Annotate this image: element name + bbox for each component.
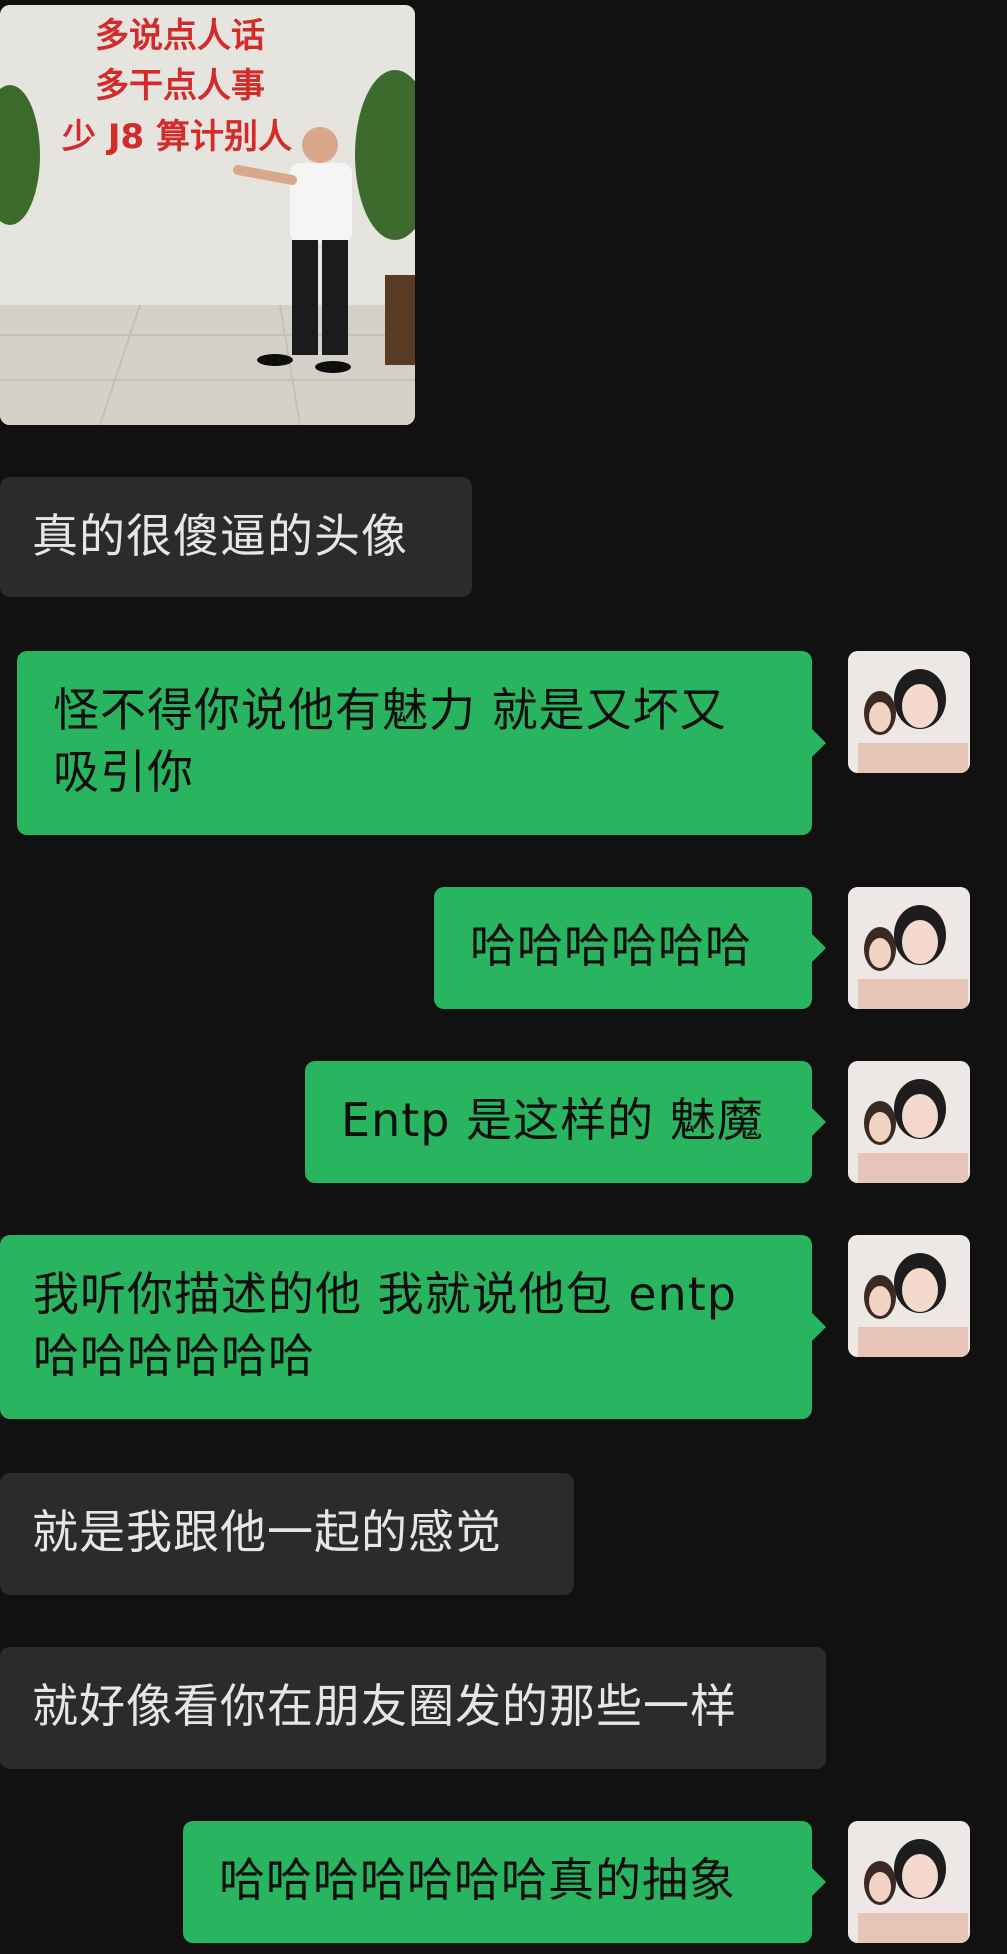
message-bubble-incoming[interactable]: 就是我跟他一起的感觉 [0,1473,574,1595]
chat-view: 多说点人话 多干点人事 少 J8 算计别人 真的很傻逼的头像 怪不得你说他有魅力… [0,0,1007,1954]
user-avatar[interactable] [848,1061,970,1183]
message-bubble-outgoing[interactable]: 哈哈哈哈哈哈 [434,887,826,1009]
avatar-icon [848,1235,970,1357]
avatar-icon [848,887,970,1009]
shared-photo-illustration: 多说点人话 多干点人事 少 J8 算计别人 [0,5,415,425]
user-avatar[interactable] [848,1821,970,1943]
user-avatar[interactable] [848,651,970,773]
message-bubble-incoming[interactable]: 真的很傻逼的头像 [0,477,472,597]
shared-photo[interactable]: 多说点人话 多干点人事 少 J8 算计别人 [0,5,415,425]
avatar-icon [848,1061,970,1183]
message-bubble-outgoing[interactable]: 怪不得你说他有魅力 就是又坏又 吸引你 [17,651,826,835]
wall-text-line-3: 少 J8 算计别人 [62,117,292,157]
wall-text-line-2: 多干点人事 [95,66,265,106]
wall-text-line-1: 多说点人话 [95,16,265,56]
avatar-icon [848,651,970,773]
message-bubble-outgoing[interactable]: 我听你描述的他 我就说他包 entp 哈哈哈哈哈哈 [0,1235,826,1419]
avatar-icon [848,1821,970,1943]
user-avatar[interactable] [848,1235,970,1357]
message-bubble-outgoing[interactable]: 哈哈哈哈哈哈哈真的抽象 [183,1821,826,1943]
message-bubble-outgoing[interactable]: Entp 是这样的 魅魔 [305,1061,826,1183]
user-avatar[interactable] [848,887,970,1009]
message-bubble-incoming[interactable]: 就好像看你在朋友圈发的那些一样 [0,1647,826,1769]
